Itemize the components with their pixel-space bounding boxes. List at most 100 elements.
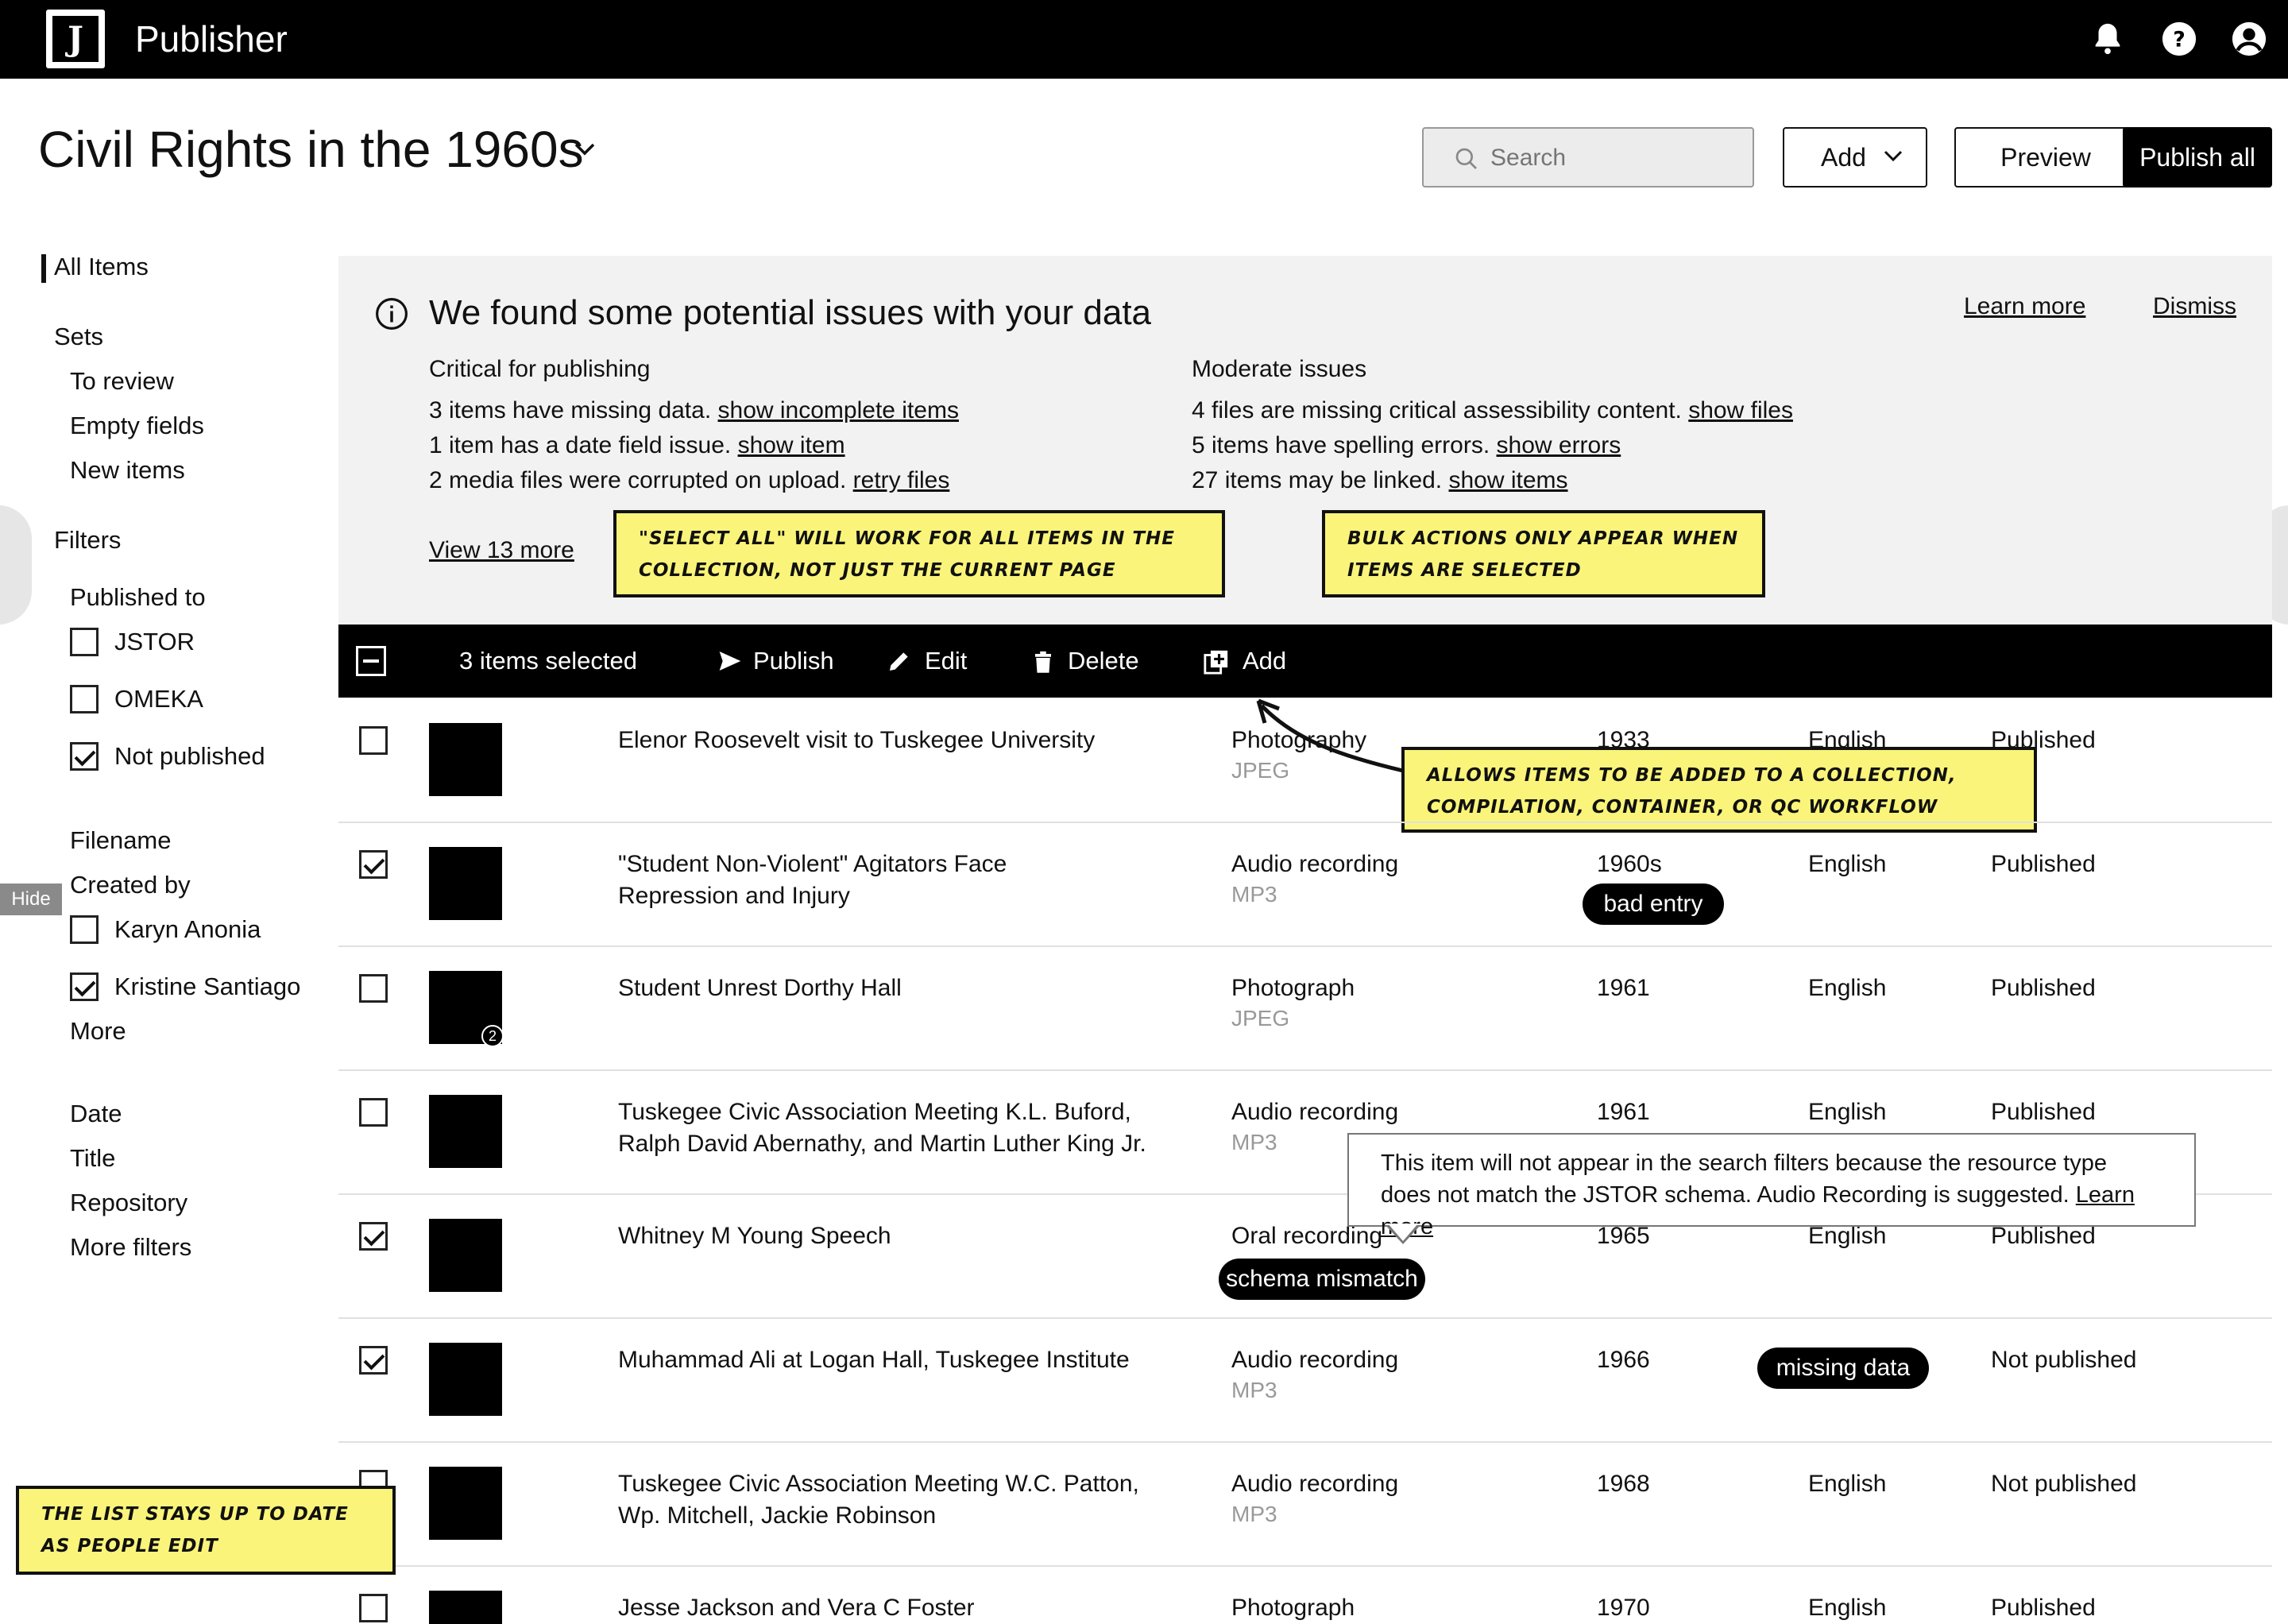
item-title[interactable]: Student Unrest Dorthy Hall (618, 972, 902, 1004)
sidebar-item-empty-fields[interactable]: Empty fields (70, 410, 204, 442)
send-icon (719, 652, 741, 671)
item-date: 1961 (1597, 1099, 1650, 1125)
add-dropdown-label: Add (1821, 143, 1866, 172)
show-incomplete-items-link[interactable]: show incomplete items (718, 397, 959, 423)
search-box[interactable] (1422, 127, 1754, 188)
item-title[interactable]: Tuskegee Civic Association Meeting K.L. … (618, 1096, 1150, 1160)
row-checkbox[interactable] (359, 1222, 388, 1251)
filter-filename[interactable]: Filename (70, 825, 172, 856)
item-format: MP3 (1231, 882, 1277, 907)
item-language: English (1808, 1471, 1887, 1497)
filter-title[interactable]: Title (70, 1143, 115, 1174)
item-thumbnail[interactable] (429, 1219, 502, 1292)
row-checkbox[interactable] (359, 974, 388, 1003)
sidebar-sets-heading: Sets (54, 323, 104, 350)
filter-checkbox-not-published[interactable] (70, 742, 99, 771)
item-status: Published (1991, 1099, 2096, 1125)
critical-issue: 3 items have missing data. show incomple… (429, 395, 959, 427)
item-thumbnail[interactable] (429, 1095, 502, 1168)
search-input[interactable] (1489, 138, 1746, 178)
item-title[interactable]: Muhammad Ali at Logan Hall, Tuskegee Ins… (618, 1344, 1130, 1376)
filter-checkbox-omeka[interactable] (70, 685, 99, 713)
bulk-edit-button[interactable]: Edit (887, 645, 982, 677)
bell-icon[interactable] (2089, 21, 2126, 57)
critical-issue: 1 item has a date field issue. show item (429, 430, 845, 462)
item-language: English (1808, 975, 1887, 1001)
critical-issue-text: 2 media files were corrupted on upload. (429, 467, 847, 493)
moderate-issue-text: 27 items may be linked. (1192, 467, 1443, 493)
item-date: 1968 (1597, 1471, 1650, 1497)
row-checkbox[interactable] (359, 1594, 388, 1622)
hide-sidebar-tab[interactable]: Hide (0, 884, 62, 915)
search-icon (1455, 148, 1477, 169)
bulk-delete-button[interactable]: Delete (1031, 645, 1150, 677)
issues-dismiss-link[interactable]: Dismiss (2153, 291, 2236, 323)
sidebar-item-all-items[interactable]: All Items (54, 251, 149, 283)
filter-checkbox-karyn[interactable] (70, 915, 99, 944)
row-checkbox[interactable] (359, 850, 388, 879)
item-thumbnail[interactable]: 2 (429, 971, 504, 1047)
top-bar: J Publisher ? (0, 0, 2288, 79)
item-thumbnail[interactable] (429, 1343, 502, 1416)
item-date: 1961 (1597, 975, 1650, 1001)
row-checkbox[interactable] (359, 1346, 388, 1375)
item-language: English (1808, 851, 1887, 877)
item-thumbnail[interactable] (429, 723, 502, 796)
tooltip-pointer-fill (1388, 1224, 1418, 1241)
publish-all-button[interactable]: Publish all (2123, 127, 2272, 188)
item-title[interactable]: Whitney M Young Speech (618, 1220, 891, 1252)
sidebar-filters-heading: Filters (54, 526, 122, 554)
add-dropdown-button[interactable]: Add (1783, 127, 1927, 188)
moderate-issue-text: 4 files are missing critical assessibili… (1192, 397, 1682, 423)
item-thumbnail[interactable] (429, 847, 502, 920)
schema-mismatch-badge[interactable]: schema mismatch (1219, 1259, 1425, 1300)
row-checkbox[interactable] (359, 726, 388, 755)
filter-label-omeka: OMEKA (114, 685, 203, 713)
preview-button[interactable]: Preview (1954, 127, 2137, 188)
item-type: Audio recording (1231, 1099, 1399, 1125)
item-status: Published (1991, 851, 2096, 877)
issues-learn-more-link[interactable]: Learn more (1964, 291, 2085, 323)
item-title[interactable]: Jesse Jackson and Vera C Foster (618, 1592, 975, 1624)
select-all-checkbox[interactable] (356, 646, 386, 676)
filter-repository[interactable]: Repository (70, 1187, 187, 1219)
item-thumbnail[interactable] (429, 1467, 502, 1540)
filter-label-not-published: Not published (114, 742, 265, 770)
moderate-heading: Moderate issues (1192, 356, 1367, 382)
publisher-logo[interactable]: J (46, 10, 105, 68)
row-divider (338, 1069, 2272, 1071)
moderate-issue: 5 items have spelling errors. show error… (1192, 430, 1621, 462)
more-filters[interactable]: More filters (70, 1232, 191, 1263)
show-errors-link[interactable]: show errors (1497, 432, 1621, 458)
filter-checkbox-kristine[interactable] (70, 972, 99, 1001)
sidebar-item-to-review[interactable]: To review (70, 365, 174, 397)
show-files-link[interactable]: show files (1688, 397, 1793, 423)
account-icon[interactable] (2231, 21, 2267, 57)
item-title[interactable]: Elenor Roosevelt visit to Tuskegee Unive… (618, 725, 1158, 756)
filter-checkbox-jstor[interactable] (70, 628, 99, 656)
show-item-link[interactable]: show item (738, 432, 845, 458)
filter-label-karyn: Karyn Anonia (114, 915, 261, 943)
left-edge-handle[interactable] (0, 505, 32, 624)
show-items-link[interactable]: show items (1449, 467, 1568, 493)
page-title: Civil Rights in the 1960s (38, 121, 584, 178)
sidebar-item-new-items[interactable]: New items (70, 454, 185, 486)
bulk-publish-button[interactable]: Publish (717, 645, 836, 677)
item-thumbnail[interactable] (429, 1591, 502, 1624)
item-title[interactable]: "Student Non-Violent" Agitators Face Rep… (618, 849, 1127, 912)
help-icon[interactable]: ? (2161, 21, 2197, 57)
item-format: MP3 (1231, 1378, 1277, 1402)
chevron-down-icon[interactable] (574, 141, 596, 161)
bad-entry-badge[interactable]: bad entry (1583, 884, 1724, 925)
item-title[interactable]: Tuskegee Civic Association Meeting W.C. … (618, 1468, 1158, 1532)
app-title: Publisher (135, 18, 288, 60)
row-checkbox[interactable] (359, 1098, 388, 1127)
missing-data-badge[interactable]: missing data (1757, 1348, 1929, 1389)
retry-files-link[interactable]: retry files (853, 467, 950, 493)
selected-count: 3 items selected (459, 647, 637, 675)
bulk-add-button[interactable]: Add (1203, 645, 1298, 677)
filter-date[interactable]: Date (70, 1098, 122, 1130)
filter-more[interactable]: More (70, 1015, 126, 1047)
view-more-link[interactable]: View 13 more (429, 535, 574, 566)
bulk-add-label: Add (1243, 647, 1287, 675)
